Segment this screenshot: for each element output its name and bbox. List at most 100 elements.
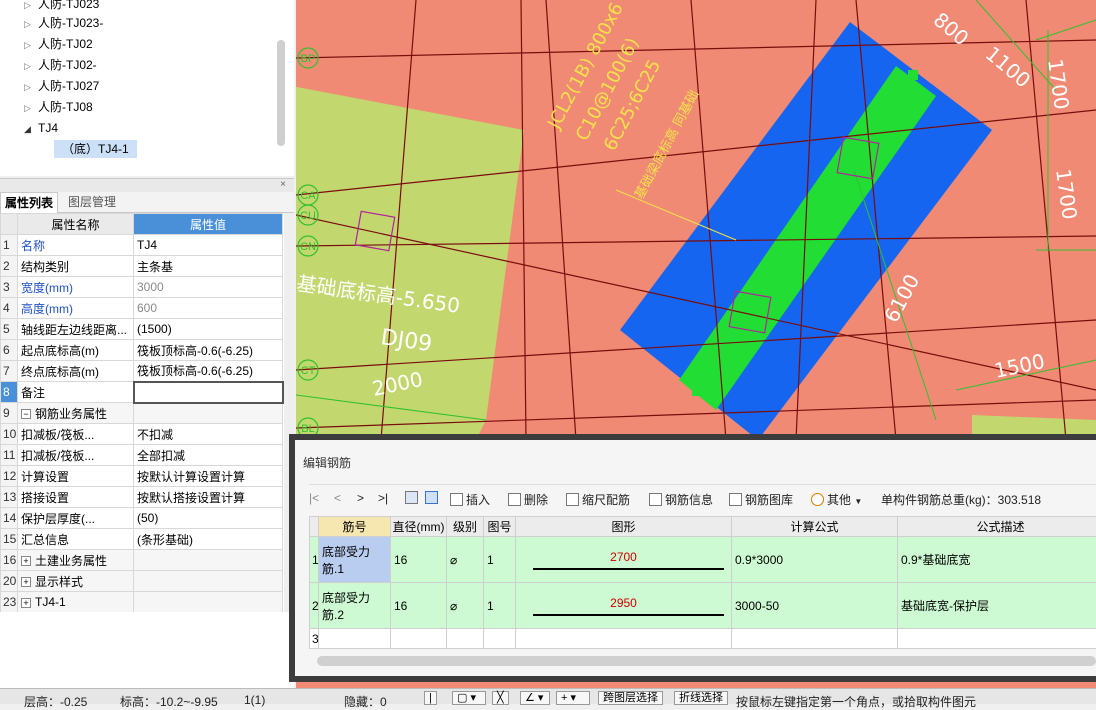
rebar-name-cell[interactable]: 底部受力筋.2 <box>319 583 391 629</box>
property-row[interactable]: 7终点底标高(m)筏板顶标高-0.6(-6.25) <box>1 361 283 382</box>
grip-point[interactable] <box>908 70 918 80</box>
property-row[interactable]: 10扣减板/筏板...不扣减 <box>1 424 283 445</box>
expand-arrow-icon[interactable]: ▷ <box>24 56 38 76</box>
table-row[interactable]: 1 底部受力筋.1 16 ⌀ 1 2700 0.9*3000 0.9*基础底宽 <box>310 537 1096 583</box>
close-icon[interactable]: × <box>280 179 286 190</box>
column-header[interactable]: 直径(mm) <box>391 517 447 537</box>
rebar-name-cell[interactable]: 底部受力筋.1 <box>319 537 391 583</box>
expand-arrow-icon[interactable]: ▷ <box>24 77 38 97</box>
remark-input[interactable] <box>134 382 283 403</box>
diameter-cell[interactable]: 16 <box>391 583 447 629</box>
tree-item[interactable]: ▷人防-TJ023 <box>24 0 99 14</box>
grip-point[interactable] <box>692 386 702 396</box>
shape-length[interactable]: 2700 <box>519 550 728 564</box>
diameter-cell[interactable] <box>391 629 447 649</box>
polyline-select-button[interactable]: 折线选择 <box>674 691 728 705</box>
table-row[interactable]: 2 底部受力筋.2 16 ⌀ 1 2950 3000-50 基础底宽-保护层 <box>310 583 1096 629</box>
tree-item[interactable]: ◢TJ4 <box>24 118 58 138</box>
grade-cell[interactable]: ⌀ <box>447 537 484 583</box>
last-button[interactable]: >| <box>378 491 388 505</box>
expand-icon[interactable]: + <box>21 577 31 587</box>
tree-item[interactable]: ▷人防-TJ02 <box>24 34 93 54</box>
formula-cell[interactable]: 3000-50 <box>732 583 898 629</box>
tab-property-list[interactable]: 属性列表 <box>0 192 58 213</box>
other-dropdown[interactable]: 其他 ▼ <box>811 491 862 508</box>
tree-item-selected[interactable]: （底）TJ4-1 <box>54 139 137 159</box>
property-row[interactable]: 12计算设置按默认计算设置计算 <box>1 466 283 487</box>
property-row[interactable]: 3宽度(mm)3000 <box>1 277 283 298</box>
formula-cell[interactable]: 0.9*3000 <box>732 537 898 583</box>
tree-scrollbar[interactable] <box>277 40 285 146</box>
shape-cell[interactable]: 2700 <box>516 537 732 583</box>
expand-arrow-icon[interactable]: ▷ <box>24 98 38 118</box>
tree-item[interactable]: ▷人防-TJ023- <box>24 13 103 33</box>
property-group[interactable]: 20+显示样式 <box>1 571 283 592</box>
property-row[interactable]: 6起点底标高(m)筏板顶标高-0.6(-6.25) <box>1 340 283 361</box>
column-header[interactable]: 图号 <box>484 517 516 537</box>
property-value[interactable]: 筏板顶标高-0.6(-6.25) <box>134 340 283 361</box>
property-value[interactable]: 不扣减 <box>134 424 283 445</box>
property-row[interactable]: 8备注 <box>1 382 283 403</box>
collapse-icon[interactable]: − <box>21 409 31 419</box>
angle-dropdown[interactable]: ∠ ▾ <box>520 691 550 705</box>
property-value[interactable]: 筏板顶标高-0.6(-6.25) <box>134 361 283 382</box>
grade-cell[interactable]: ⌀ <box>447 583 484 629</box>
property-row[interactable]: 5轴线距左边线距离...(1500) <box>1 319 283 340</box>
formula-desc-cell[interactable] <box>898 629 1096 649</box>
cross-layer-select-button[interactable]: 跨图层选择 <box>598 691 663 705</box>
rebar-name-cell[interactable] <box>319 629 391 649</box>
tree-item[interactable]: ▷人防-TJ027 <box>24 76 99 96</box>
column-header[interactable]: 筋号 <box>319 517 391 537</box>
tab-layer-manager[interactable]: 图层管理 <box>64 192 120 213</box>
move-down-icon[interactable] <box>425 491 441 505</box>
figure-no-cell[interactable]: 1 <box>484 583 516 629</box>
diameter-cell[interactable]: 16 <box>391 537 447 583</box>
property-group[interactable]: 9−钢筋业务属性 <box>1 403 283 424</box>
scale-rebar-button[interactable]: 缩尺配筋 <box>566 491 630 508</box>
prev-button[interactable]: < <box>334 491 341 505</box>
property-value[interactable]: TJ4 <box>134 235 283 256</box>
property-value[interactable]: (1500) <box>134 319 283 340</box>
property-value[interactable]: (条形基础) <box>134 529 283 550</box>
property-value[interactable]: 主条基 <box>134 256 283 277</box>
property-value[interactable]: 全部扣减 <box>134 445 283 466</box>
delete-button[interactable]: 删除 <box>508 491 548 508</box>
expand-arrow-icon[interactable]: ▷ <box>24 35 38 55</box>
figure-no-cell[interactable] <box>484 629 516 649</box>
shape-length[interactable]: 2950 <box>519 596 728 610</box>
select-mode-dropdown[interactable]: ▢ ▾ <box>452 691 486 705</box>
column-header[interactable]: 计算公式 <box>732 517 898 537</box>
property-row[interactable]: 11扣减板/筏板...全部扣减 <box>1 445 283 466</box>
property-row[interactable]: 14保护层厚度(...(50) <box>1 508 283 529</box>
plus-dropdown[interactable]: + ▾ <box>556 691 590 705</box>
tree-item[interactable]: ▷人防-TJ02- <box>24 55 97 75</box>
move-up-icon[interactable] <box>405 491 421 505</box>
expand-icon[interactable]: + <box>21 556 31 566</box>
property-row[interactable]: 13搭接设置按默认搭接设置计算 <box>1 487 283 508</box>
rebar-library-button[interactable]: 钢筋图库 <box>729 491 793 508</box>
property-value[interactable]: 3000 <box>134 277 283 298</box>
column-header[interactable]: 公式描述 <box>898 517 1096 537</box>
property-value[interactable]: 600 <box>134 298 283 319</box>
tree-item[interactable]: ▷人防-TJ08 <box>24 97 93 117</box>
collapse-arrow-icon[interactable]: ◢ <box>24 119 38 139</box>
column-header[interactable]: 级别 <box>447 517 484 537</box>
first-button[interactable]: |< <box>309 491 319 505</box>
figure-no-cell[interactable]: 1 <box>484 537 516 583</box>
property-row[interactable]: 2结构类别主条基 <box>1 256 283 277</box>
property-row[interactable]: 4高度(mm)600 <box>1 298 283 319</box>
shape-cell[interactable]: 2950 <box>516 583 732 629</box>
property-group[interactable]: 16+土建业务属性 <box>1 550 283 571</box>
next-button[interactable]: > <box>357 491 364 505</box>
expand-arrow-icon[interactable]: ▷ <box>24 14 38 34</box>
shape-cell[interactable] <box>516 629 732 649</box>
expand-icon[interactable]: + <box>21 598 31 608</box>
property-value[interactable]: 按默认计算设置计算 <box>134 466 283 487</box>
insert-button[interactable]: 插入 <box>450 491 490 508</box>
formula-cell[interactable] <box>732 629 898 649</box>
formula-desc-cell[interactable]: 基础底宽-保护层 <box>898 583 1096 629</box>
property-group[interactable]: 23+TJ4-1 <box>1 592 283 613</box>
property-row[interactable]: 1名称TJ4 <box>1 235 283 256</box>
cross-select-button[interactable]: ╳ <box>492 691 509 705</box>
property-value[interactable]: 按默认搭接设置计算 <box>134 487 283 508</box>
